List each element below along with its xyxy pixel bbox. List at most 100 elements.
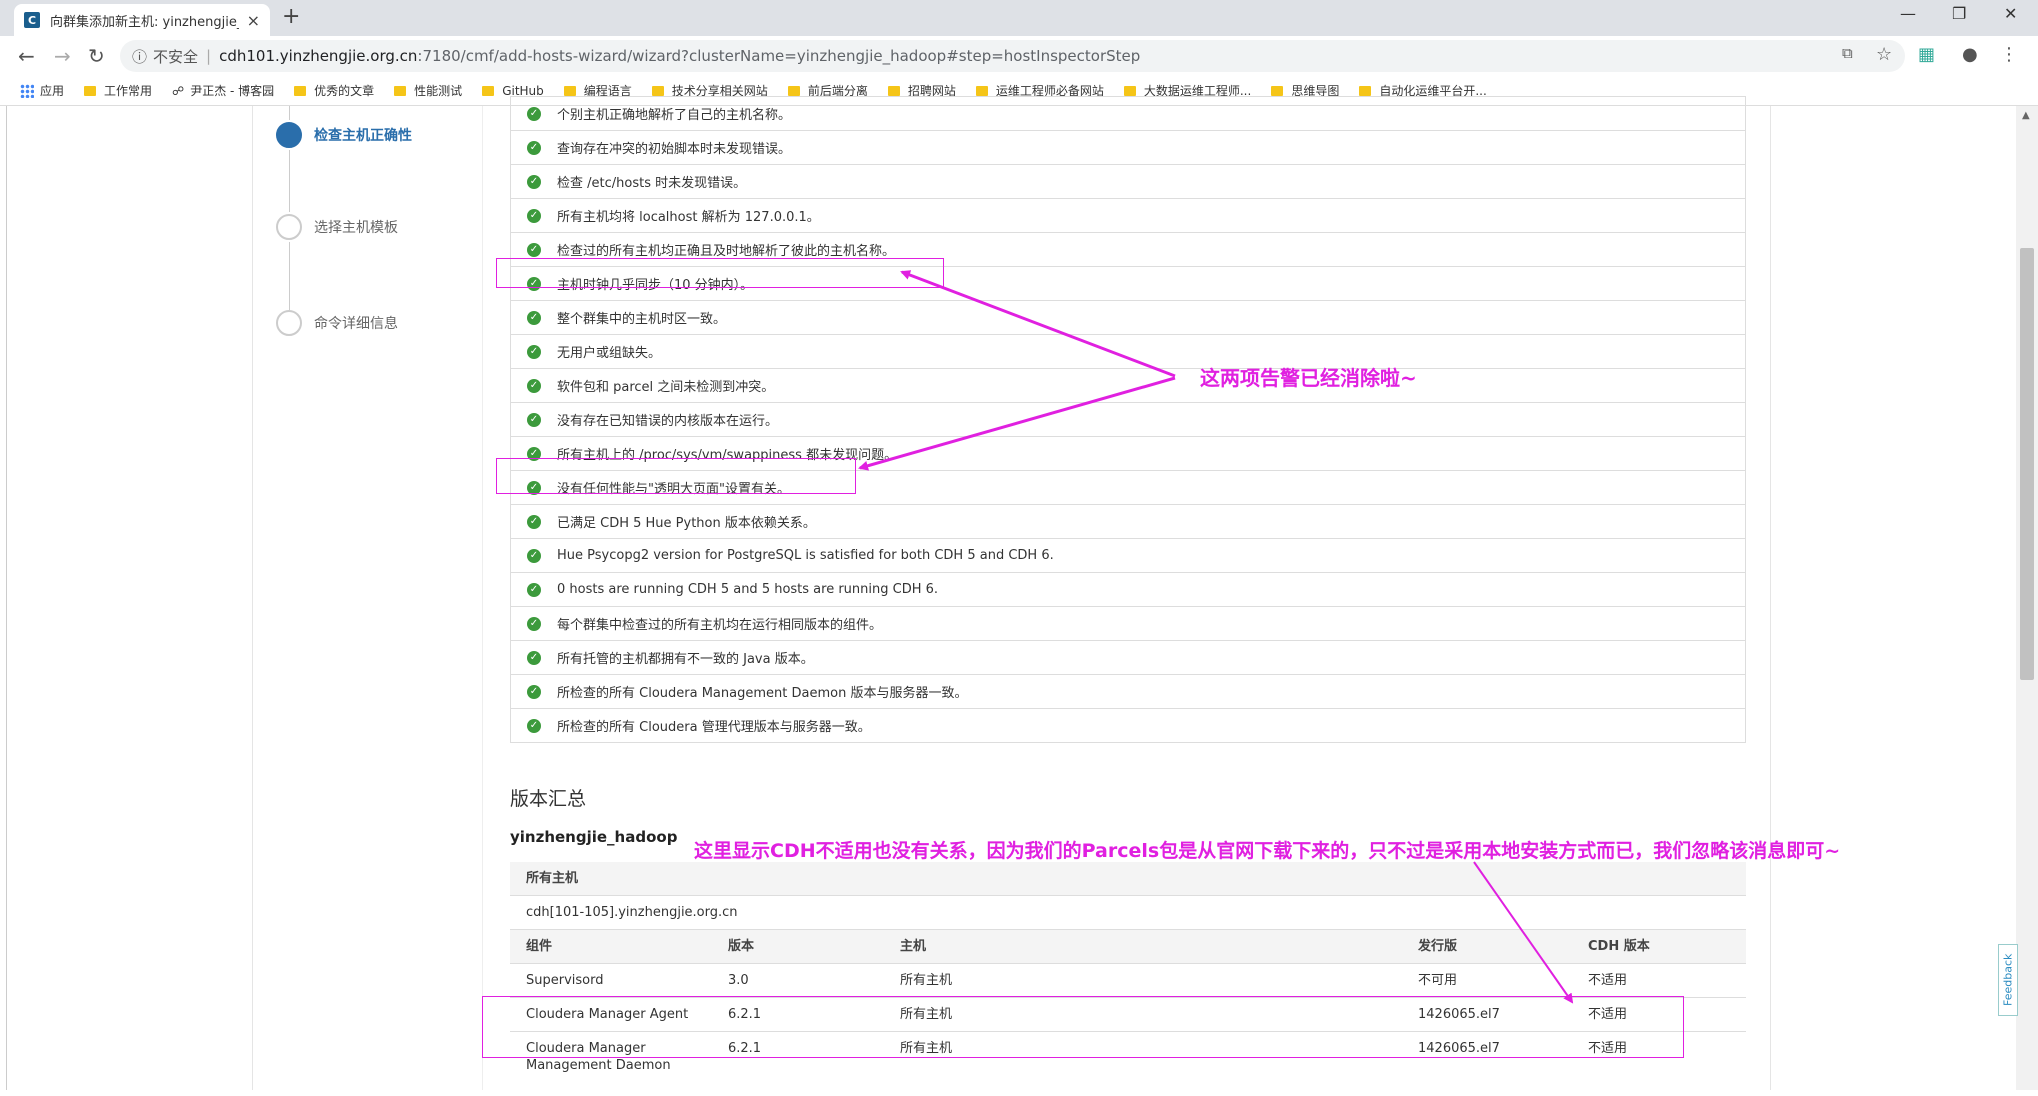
annotation-box-cdh-version: [482, 996, 1684, 1058]
tab-bar: C 向群集添加新主机: yinzhengjie_ × + — ❐ ✕: [0, 0, 2038, 36]
minimize-icon[interactable]: —: [1900, 4, 1916, 23]
restore-icon[interactable]: ❐: [1952, 4, 1966, 23]
bookmark-label: 工作常用: [104, 84, 153, 98]
step-indicator: [276, 214, 302, 240]
check-row: ✓ 每个群集中检查过的所有主机均在运行相同版本的组件。: [511, 606, 1745, 640]
check-row: ✓ 整个群集中的主机时区一致。: [511, 300, 1745, 334]
new-tab-icon[interactable]: +: [282, 4, 300, 29]
bookmark-apps[interactable]: 应用: [20, 82, 64, 99]
check-row: ✓ 已满足 CDH 5 Hue Python 版本依赖关系。: [511, 504, 1745, 538]
step-indicator: [276, 122, 302, 148]
check-ok-icon: ✓: [527, 650, 541, 665]
folder-icon: [1359, 85, 1372, 96]
extension-icon[interactable]: ▦: [1918, 44, 1935, 65]
address-bar: ← → ↻ ⓘ 不安全 | cdh101.yinzhengjie.org.cn …: [0, 36, 2038, 76]
cell-hosts: 所有主机: [900, 973, 953, 988]
check-ok-icon: ✓: [527, 548, 541, 563]
bookmark-label: 应用: [40, 84, 65, 98]
hosts-range-row: cdh[101-105].yinzhengjie.org.cn: [510, 896, 1746, 930]
column-header-cdh-version: CDH 版本: [1588, 939, 1650, 954]
bookmark-item[interactable]: ☍ 尹正杰 - 博客园: [172, 82, 274, 99]
check-ok-icon: ✓: [527, 242, 541, 257]
blog-icon: ☍: [172, 83, 185, 98]
url-separator: |: [206, 47, 212, 65]
folder-icon: [651, 85, 664, 96]
check-text: 检查过的所有主机均正确且及时地解析了彼此的主机名称。: [557, 244, 896, 259]
step-label: 检查主机正确性: [314, 128, 412, 144]
page-content: 检查主机正确性 选择主机模板 命令详细信息 ✓ 个别主机正确地解析了自己的主机名称…: [0, 96, 2038, 1096]
wizard-step-host-inspector[interactable]: 检查主机正确性: [276, 122, 412, 148]
divider: [1770, 106, 1771, 1090]
all-hosts-header-row: 所有主机: [510, 862, 1746, 896]
translate-icon[interactable]: ⧉: [1842, 44, 1853, 62]
column-header-release: 发行版: [1418, 939, 1458, 954]
annotation-cdh-note: 这里显示CDH不适用也没有关系，因为我们的Parcels包是从官网下载下来的，只…: [694, 840, 1841, 862]
feedback-button[interactable]: Feedback: [1998, 944, 2018, 1016]
check-row: ✓ 所检查的所有 Cloudera Management Daemon 版本与服务…: [511, 674, 1745, 708]
bookmark-folder[interactable]: 性能测试: [394, 82, 462, 99]
folder-icon: [563, 85, 576, 96]
column-header-version: 版本: [728, 939, 755, 954]
scrollbar-thumb[interactable]: [2020, 248, 2034, 680]
column-header-hosts: 主机: [900, 939, 927, 954]
profile-icon[interactable]: ●: [1962, 44, 1978, 65]
reload-icon[interactable]: ↻: [88, 44, 105, 68]
menu-icon[interactable]: ⋮: [2000, 44, 2018, 65]
check-row: ✓ 查询存在冲突的初始脚本时未发现错误。: [511, 130, 1745, 164]
check-text: 所检查的所有 Cloudera 管理代理版本与服务器一致。: [557, 720, 871, 735]
check-text: 检查 /etc/hosts 时未发现错误。: [557, 176, 747, 191]
bookmark-folder[interactable]: 工作常用: [84, 82, 152, 99]
bookmark-label: 尹正杰 - 博客园: [190, 84, 275, 98]
check-row: ✓ 检查 /etc/hosts 时未发现错误。: [511, 164, 1745, 198]
table-header-row: 组件 版本 主机 发行版 CDH 版本: [510, 930, 1746, 964]
cluster-name: yinzhengjie_hadoop: [510, 828, 678, 846]
divider: [482, 106, 483, 1090]
step-connector: [289, 150, 290, 212]
browser-tab[interactable]: C 向群集添加新主机: yinzhengjie_ ×: [14, 4, 270, 36]
check-ok-icon: ✓: [527, 616, 541, 631]
bookmark-folder[interactable]: 优秀的文章: [294, 82, 374, 99]
wizard-step-command-details[interactable]: 命令详细信息: [276, 310, 398, 336]
url-field[interactable]: ⓘ 不安全 | cdh101.yinzhengjie.org.cn :7180/…: [120, 40, 1905, 72]
info-icon[interactable]: ⓘ: [132, 46, 147, 67]
url-path: :7180/cmf/add-hosts-wizard/wizard?cluste…: [417, 47, 1141, 65]
folder-icon: [887, 85, 900, 96]
check-row: ✓ 所有主机均将 localhost 解析为 127.0.0.1。: [511, 198, 1745, 232]
check-ok-icon: ✓: [527, 718, 541, 733]
back-icon[interactable]: ←: [18, 44, 35, 68]
cell-component: Supervisord: [526, 973, 604, 988]
check-ok-icon: ✓: [527, 310, 541, 325]
folder-icon: [84, 85, 97, 96]
column-header-component: 组件: [526, 939, 553, 954]
tab-close-icon[interactable]: ×: [247, 11, 260, 30]
cell-cdh-version: 不适用: [1588, 973, 1628, 988]
window-close-icon[interactable]: ✕: [2004, 4, 2017, 23]
insecure-label: 不安全: [153, 47, 199, 66]
check-row: ✓ 所有托管的主机都拥有不一致的 Java 版本。: [511, 640, 1745, 674]
step-connector: [289, 106, 290, 120]
check-ok-icon: ✓: [527, 684, 541, 699]
folder-icon: [1271, 85, 1284, 96]
folder-icon: [1123, 85, 1136, 96]
hosts-range: cdh[101-105].yinzhengjie.org.cn: [526, 905, 738, 920]
wizard-step-host-template[interactable]: 选择主机模板: [276, 214, 398, 240]
step-connector: [289, 242, 290, 310]
bookmark-star-icon[interactable]: ☆: [1876, 44, 1892, 65]
inspector-check-list: ✓ 个别主机正确地解析了自己的主机名称。 ✓ 查询存在冲突的初始脚本时未发现错误。 ✓ 检…: [510, 96, 1746, 743]
step-indicator: [276, 310, 302, 336]
annotation-warnings-cleared: 这两项告警已经消除啦~: [1200, 366, 1417, 390]
annotation-box-transparent-hugepage: [496, 458, 856, 494]
scroll-up-icon[interactable]: ▲: [2022, 110, 2030, 121]
check-text: 查询存在冲突的初始脚本时未发现错误。: [557, 142, 792, 157]
check-ok-icon: ✓: [527, 412, 541, 427]
page-scrollbar[interactable]: ▲: [2016, 106, 2038, 1090]
cell-release: 不可用: [1418, 973, 1458, 988]
folder-icon: [394, 85, 407, 96]
all-hosts-label: 所有主机: [526, 871, 579, 886]
forward-icon[interactable]: →: [54, 44, 71, 68]
check-text: Hue Psycopg2 version for PostgreSQL is s…: [557, 548, 1054, 563]
check-row: ✓ Hue Psycopg2 version for PostgreSQL is …: [511, 538, 1745, 572]
check-text: 所检查的所有 Cloudera Management Daemon 版本与服务器…: [557, 686, 968, 701]
check-ok-icon: ✓: [527, 140, 541, 155]
check-text: 所有托管的主机都拥有不一致的 Java 版本。: [557, 652, 814, 667]
